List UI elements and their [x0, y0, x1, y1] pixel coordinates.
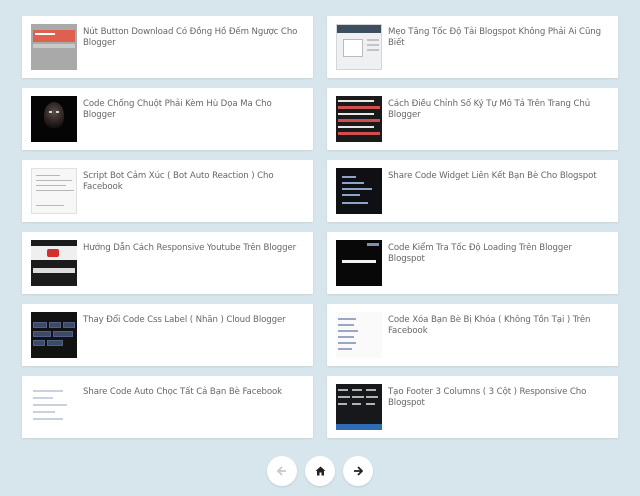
post-title[interactable]: Nút Button Download Có Đồng Hồ Đếm Ngược…	[83, 24, 304, 49]
post-title[interactable]: Mẹo Tăng Tốc Độ Tải Blogspot Không Phải …	[388, 24, 609, 49]
auto-poke-thumbnail[interactable]	[31, 384, 77, 430]
countdown-thumbnail[interactable]	[31, 24, 77, 70]
post-card[interactable]: Code Kiểm Tra Tốc Độ Loading Trên Blogge…	[327, 232, 618, 294]
friend-list-thumbnail[interactable]	[336, 312, 382, 358]
post-title[interactable]: Share Code Auto Chọc Tất Cả Bạn Bè Faceb…	[83, 384, 282, 398]
youtube-thumbnail[interactable]	[31, 240, 77, 286]
post-title[interactable]: Tạo Footer 3 Columns ( 3 Cột ) Responsiv…	[388, 384, 609, 409]
next-page-button[interactable]	[343, 456, 373, 486]
post-card[interactable]: Tạo Footer 3 Columns ( 3 Cột ) Responsiv…	[327, 376, 618, 438]
post-title[interactable]: Share Code Widget Liên Kết Bạn Bè Cho Bl…	[388, 168, 597, 182]
post-card[interactable]: Code Chống Chuột Phải Kèm Hù Dọa Ma Cho …	[22, 88, 313, 150]
loading-thumbnail[interactable]	[336, 240, 382, 286]
post-card[interactable]: Nút Button Download Có Đồng Hồ Đếm Ngược…	[22, 16, 313, 78]
speed-thumbnail[interactable]	[336, 24, 382, 70]
post-card[interactable]: Thay Đổi Code Css Label ( Nhãn ) Cloud B…	[22, 304, 313, 366]
home-icon	[315, 466, 326, 476]
post-card[interactable]: Script Bot Cảm Xúc ( Bot Auto Reaction )…	[22, 160, 313, 222]
label-cloud-thumbnail[interactable]	[31, 312, 77, 358]
home-button[interactable]	[305, 456, 335, 486]
post-grid: Nút Button Download Có Đồng Hồ Đếm Ngược…	[22, 16, 618, 438]
post-card[interactable]: Share Code Widget Liên Kết Bạn Bè Cho Bl…	[327, 160, 618, 222]
post-title[interactable]: Code Kiểm Tra Tốc Độ Loading Trên Blogge…	[388, 240, 609, 265]
post-title[interactable]: Hướng Dẫn Cách Responsive Youtube Trên B…	[83, 240, 296, 254]
horror-face-thumbnail[interactable]	[31, 96, 77, 142]
footer-thumbnail[interactable]	[336, 384, 382, 430]
pagination	[0, 456, 640, 486]
post-title[interactable]: Code Chống Chuột Phải Kèm Hù Dọa Ma Cho …	[83, 96, 304, 121]
arrow-left-icon	[277, 466, 287, 476]
character-count-thumbnail[interactable]	[336, 96, 382, 142]
post-card[interactable]: Cách Điều Chỉnh Số Ký Tự Mô Tả Trên Tran…	[327, 88, 618, 150]
post-card[interactable]: Hướng Dẫn Cách Responsive Youtube Trên B…	[22, 232, 313, 294]
post-title[interactable]: Code Xóa Bạn Bè Bị Khóa ( Không Tồn Tại …	[388, 312, 609, 337]
post-title[interactable]: Cách Điều Chỉnh Số Ký Tự Mô Tả Trên Tran…	[388, 96, 609, 121]
widget-thumbnail[interactable]	[336, 168, 382, 214]
post-card[interactable]: Mẹo Tăng Tốc Độ Tải Blogspot Không Phải …	[327, 16, 618, 78]
post-card[interactable]: Share Code Auto Chọc Tất Cả Bạn Bè Faceb…	[22, 376, 313, 438]
bot-script-thumbnail[interactable]	[31, 168, 77, 214]
prev-page-button[interactable]	[267, 456, 297, 486]
post-title[interactable]: Thay Đổi Code Css Label ( Nhãn ) Cloud B…	[83, 312, 286, 326]
arrow-right-icon	[353, 466, 363, 476]
post-card[interactable]: Code Xóa Bạn Bè Bị Khóa ( Không Tồn Tại …	[327, 304, 618, 366]
post-title[interactable]: Script Bot Cảm Xúc ( Bot Auto Reaction )…	[83, 168, 304, 193]
